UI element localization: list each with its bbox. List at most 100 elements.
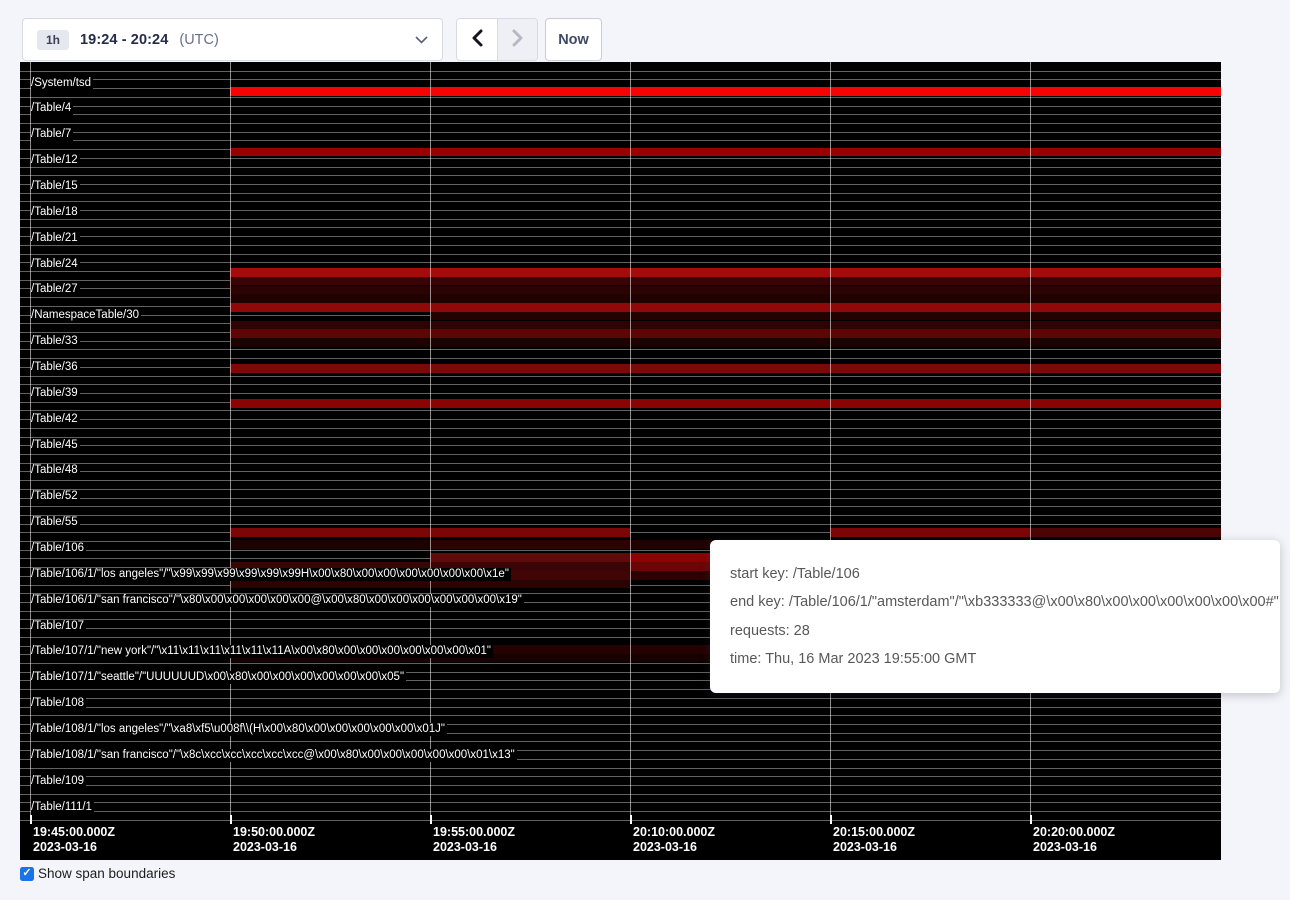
- axis-tick: [1030, 815, 1032, 824]
- axis-tick: [830, 815, 832, 824]
- row-label: /Table/55: [31, 516, 80, 529]
- row-label: /Table/106/1/"san francisco"/"\x80\x00\x…: [31, 594, 524, 607]
- now-button[interactable]: Now: [545, 18, 602, 61]
- row-label: /Table/27: [31, 283, 80, 296]
- span-boundary-line: [20, 175, 1221, 176]
- tooltip-start-key: start key: /Table/106: [730, 566, 1260, 582]
- heat-band: [230, 148, 1221, 156]
- show-span-boundaries-toggle[interactable]: ✓ Show span boundaries: [20, 866, 175, 881]
- heat-band: [230, 277, 1221, 285]
- span-boundary-line: [20, 167, 1221, 168]
- row-label: /Table/7: [31, 128, 73, 141]
- span-boundary-line: [20, 768, 1221, 769]
- timezone-text: (UTC): [179, 32, 218, 48]
- span-boundary-line: [20, 776, 1221, 777]
- span-boundary-line: [20, 114, 1221, 115]
- heat-band: [830, 528, 1030, 537]
- keyvis-canvas[interactable]: /System/tsd/Table/4/Table/7/Table/12/Tab…: [20, 62, 1221, 860]
- span-boundary-line: [20, 71, 1221, 72]
- span-boundary-line: [20, 210, 1221, 211]
- column-boundary-line: [630, 62, 631, 822]
- heat-band: [230, 540, 430, 549]
- row-label: /Table/18: [31, 206, 80, 219]
- row-label: /Table/42: [31, 413, 80, 426]
- span-boundary-line: [20, 802, 1221, 803]
- time-nav-group: [456, 18, 538, 61]
- span-boundary-line: [20, 698, 1221, 699]
- row-label: /Table/109: [31, 775, 86, 788]
- span-boundary-line: [20, 193, 1221, 194]
- heat-band: [630, 553, 710, 562]
- axis-time-label: 19:50:00.000Z: [233, 825, 315, 839]
- span-boundary-line: [20, 97, 1221, 98]
- heat-band: [1030, 528, 1221, 537]
- row-label: /Table/107/1/"seattle"/"UUUUUUD\x00\x80\…: [31, 671, 406, 684]
- span-boundary-line: [20, 471, 1221, 472]
- prev-time-button[interactable]: [457, 19, 497, 60]
- axis-time-label: 20:20:00.000Z: [1033, 825, 1115, 839]
- span-boundary-line: [20, 437, 1221, 438]
- axis-date-label: 2023-03-16: [633, 840, 697, 854]
- chevron-right-icon: [512, 29, 524, 50]
- row-label: /Table/21: [31, 232, 80, 245]
- row-label: /Table/111/1: [31, 801, 94, 814]
- span-boundary-line: [20, 498, 1221, 499]
- heat-band: [230, 286, 1221, 294]
- span-boundary-line: [20, 794, 1221, 795]
- axis-time-label: 19:45:00.000Z: [33, 825, 115, 839]
- row-label: /Table/36: [31, 361, 80, 374]
- row-label: /Table/108: [31, 697, 86, 710]
- heat-band: [630, 571, 710, 580]
- span-boundary-line: [20, 741, 1221, 742]
- row-label: /Table/108/1/"los angeles"/"\xa8\xf5\u00…: [31, 723, 447, 736]
- row-label: /Table/24: [31, 258, 80, 271]
- heat-band: [230, 338, 1221, 347]
- span-boundary-line: [20, 201, 1221, 202]
- row-label: /Table/15: [31, 180, 80, 193]
- span-boundary-line: [20, 79, 1221, 80]
- row-label: /Table/12: [31, 154, 80, 167]
- heat-band: [430, 553, 630, 562]
- span-boundary-line: [20, 489, 1221, 490]
- span-boundary-line: [20, 454, 1221, 455]
- row-label: /Table/45: [31, 439, 80, 452]
- row-label: /Table/106/1/"los angeles"/"\x99\x99\x99…: [31, 568, 511, 581]
- span-boundary-line: [20, 410, 1221, 411]
- span-boundary-line: [20, 506, 1221, 507]
- heat-band: [230, 268, 1221, 277]
- span-boundary-line: [20, 384, 1221, 385]
- chevron-down-icon: [415, 36, 428, 44]
- heat-band: [430, 540, 630, 549]
- span-boundary-line: [20, 219, 1221, 220]
- span-boundary-line: [20, 262, 1221, 263]
- span-boundary-line: [20, 132, 1221, 133]
- heat-band: [230, 87, 1221, 96]
- span-boundary-line: [20, 445, 1221, 446]
- next-time-button[interactable]: [497, 19, 537, 60]
- span-boundary-line: [20, 820, 1221, 821]
- span-boundary-line: [20, 428, 1221, 429]
- span-boundary-line: [20, 158, 1221, 159]
- span-boundary-line: [20, 515, 1221, 516]
- tooltip-requests: requests: 28: [730, 623, 1260, 639]
- axis-tick: [430, 815, 432, 824]
- row-label: /Table/107/1/"new york"/"\x11\x11\x11\x1…: [31, 645, 493, 658]
- span-boundary-line: [20, 524, 1221, 525]
- row-label: /Table/108/1/"san francisco"/"\x8c\xcc\x…: [31, 749, 517, 762]
- row-label: /NamespaceTable/30: [31, 309, 141, 322]
- heat-band: [230, 364, 1221, 373]
- show-span-boundaries-checkbox[interactable]: ✓: [20, 867, 34, 881]
- span-boundary-line: [20, 254, 1221, 255]
- row-label: /Table/33: [31, 335, 80, 348]
- row-label: /Table/106: [31, 542, 86, 555]
- span-boundary-line: [20, 463, 1221, 464]
- time-range-selector[interactable]: 1h 19:24 - 20:24 (UTC): [22, 18, 443, 61]
- heat-band: [630, 562, 710, 571]
- span-boundary-line: [20, 123, 1221, 124]
- chevron-left-icon: [471, 29, 483, 50]
- span-boundary-line: [20, 140, 1221, 141]
- keyvis-tooltip: start key: /Table/106 end key: /Table/10…: [710, 540, 1280, 693]
- axis-tick: [630, 815, 632, 824]
- row-label: /Table/48: [31, 464, 80, 477]
- row-label: /Table/39: [31, 387, 80, 400]
